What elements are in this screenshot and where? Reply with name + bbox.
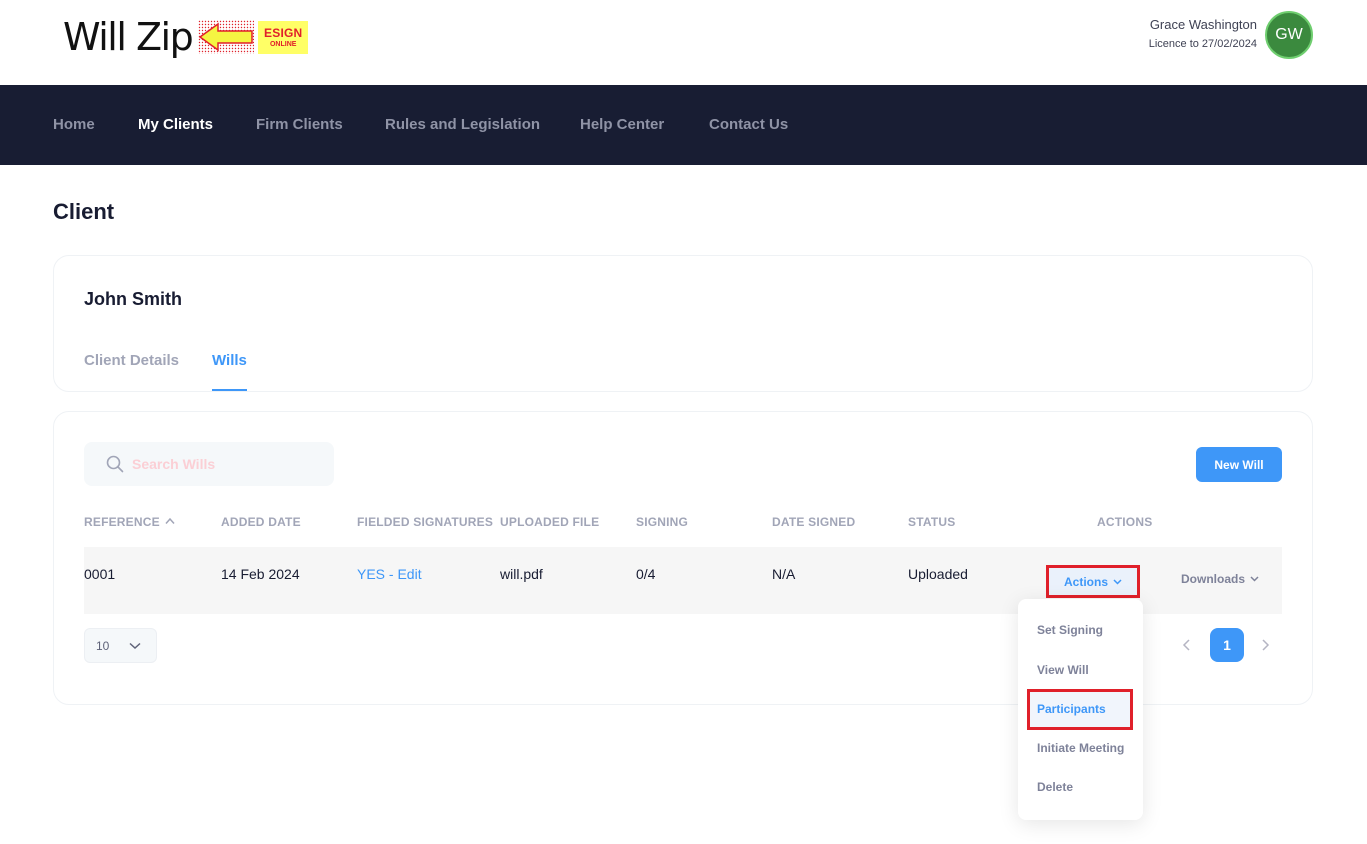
chevron-down-icon: [129, 642, 141, 650]
column-header-added-date[interactable]: ADDED DATE: [221, 515, 301, 529]
tab-client-details[interactable]: Client Details: [84, 352, 179, 370]
pagination-prev-icon[interactable]: [1181, 638, 1193, 652]
actions-menu: Set Signing View Will Participants Initi…: [1018, 599, 1143, 820]
client-name: John Smith: [84, 289, 182, 309]
chevron-down-icon: [1113, 578, 1122, 585]
edit-signatures-link[interactable]: YES - Edit: [357, 566, 422, 582]
actions-button-label: Actions: [1063, 574, 1108, 589]
search-box: [84, 442, 334, 486]
nav-item-my-clients[interactable]: My Clients: [138, 116, 213, 134]
cell-signing: 0/4: [636, 566, 656, 582]
column-header-fielded-signatures[interactable]: FIELDED SIGNATURES: [357, 515, 493, 529]
esign-badge: ESIGN ONLINE: [258, 20, 309, 54]
column-header-uploaded-file[interactable]: UPLOADED FILE: [500, 515, 599, 529]
page-size-select[interactable]: 10: [84, 628, 157, 663]
tab-wills[interactable]: Wills: [212, 352, 247, 370]
new-will-button[interactable]: New Will: [1196, 447, 1282, 482]
column-header-date-signed[interactable]: DATE SIGNED: [772, 515, 855, 529]
esign-badge-top: ESIGN: [264, 25, 303, 40]
nav-item-rules-and-legislation[interactable]: Rules and Legislation: [385, 116, 540, 134]
sort-ascending-icon: [165, 517, 175, 524]
cell-added-date: 14 Feb 2024: [221, 566, 300, 582]
column-header-label: REFERENCE: [84, 515, 160, 529]
chevron-down-icon: [1250, 576, 1259, 582]
user-licence: Licence to 27/02/2024: [1148, 38, 1257, 50]
nav-item-home[interactable]: Home: [53, 116, 95, 134]
page-title: Client: [53, 199, 115, 224]
user-name: Grace Washington: [1149, 17, 1257, 32]
menu-item-participants[interactable]: Participants: [1037, 702, 1106, 716]
client-card: John Smith Client Details Wills: [53, 255, 1313, 392]
user-info: Grace Washington Licence to 27/02/2024: [1149, 16, 1257, 51]
esign-badge-bottom: ONLINE: [269, 40, 297, 48]
menu-item-delete[interactable]: Delete: [1037, 780, 1073, 794]
main-nav: Home My Clients Firm Clients Rules and L…: [0, 85, 1367, 165]
menu-item-initiate-meeting[interactable]: Initiate Meeting: [1037, 741, 1124, 755]
downloads-button-label: Downloads: [1181, 572, 1246, 586]
logo[interactable]: Will Zip ESIGN ONLINE: [63, 14, 309, 60]
downloads-dropdown-button[interactable]: Downloads: [1181, 572, 1259, 586]
left-arrow-icon: [198, 20, 255, 54]
cell-date-signed: N/A: [772, 566, 796, 582]
column-header-status[interactable]: STATUS: [908, 515, 955, 529]
column-header-actions: ACTIONS: [1097, 515, 1153, 529]
page-size-value: 10: [96, 639, 110, 653]
cell-status: Uploaded: [908, 566, 968, 582]
nav-item-help-center[interactable]: Help Center: [580, 116, 664, 134]
nav-item-firm-clients[interactable]: Firm Clients: [256, 116, 343, 134]
search-icon: [106, 455, 124, 473]
cell-uploaded-file: will.pdf: [500, 566, 543, 582]
nav-item-contact-us[interactable]: Contact Us: [709, 116, 788, 134]
column-header-signing[interactable]: SIGNING: [636, 515, 688, 529]
cell-reference: 0001: [84, 566, 116, 582]
search-input[interactable]: [132, 442, 322, 486]
menu-item-set-signing[interactable]: Set Signing: [1037, 623, 1103, 637]
column-header-reference[interactable]: REFERENCE: [84, 515, 175, 529]
pagination-next-icon[interactable]: [1259, 638, 1271, 652]
top-header: Will Zip ESIGN ONLINE Grace Washington L…: [0, 0, 1367, 85]
menu-item-view-will[interactable]: View Will: [1037, 663, 1089, 677]
active-tab-indicator: [212, 389, 247, 391]
pagination-page-current[interactable]: 1: [1210, 628, 1244, 662]
actions-dropdown-button[interactable]: Actions: [1046, 565, 1140, 598]
avatar[interactable]: GW: [1265, 11, 1313, 59]
logo-text: Will Zip: [63, 15, 194, 59]
